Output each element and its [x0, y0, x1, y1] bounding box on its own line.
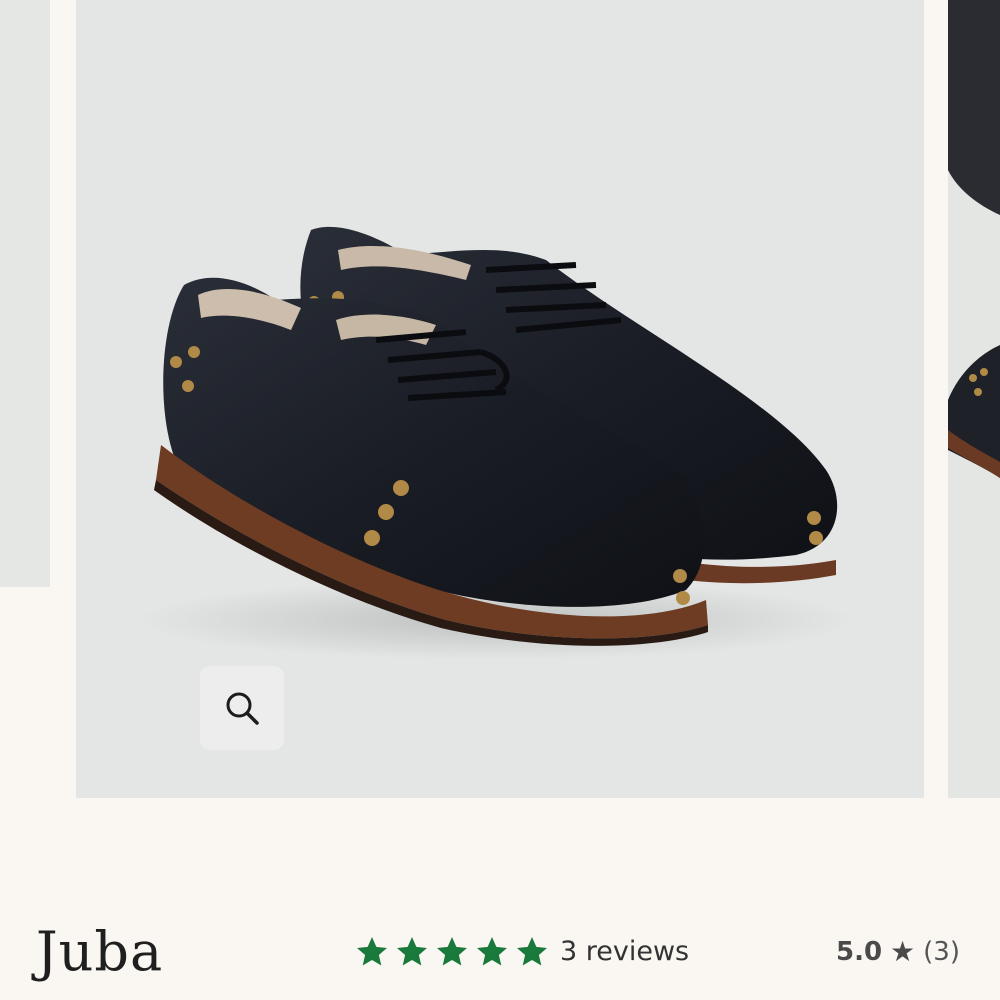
next-slide-image[interactable]	[948, 0, 1000, 798]
reviews-link[interactable]: 3 reviews	[560, 934, 689, 970]
zoom-button[interactable]	[200, 666, 284, 750]
star-icon	[517, 937, 547, 966]
star-icon	[477, 937, 507, 966]
rating-value: 5.0	[835, 937, 883, 967]
star-icon	[357, 937, 387, 966]
star-rating-badge[interactable]: 3 reviews	[352, 934, 689, 970]
product-title: Juba	[36, 920, 164, 983]
star-icon	[437, 937, 467, 966]
star-icon	[397, 937, 427, 966]
previous-slide-image[interactable]	[0, 0, 50, 587]
product-image-main[interactable]	[76, 0, 924, 798]
product-image-carousel	[0, 0, 1000, 800]
stars-row	[352, 934, 552, 970]
rating-summary[interactable]: 5.0 ★ (3)	[836, 934, 960, 970]
rating-star-icon: ★	[890, 935, 916, 968]
rating-count: (3)	[923, 937, 960, 967]
product-info: Juba 3 reviews 5.0 ★ (3)	[0, 900, 1000, 1000]
search-icon	[226, 692, 259, 725]
next-shoe-photo	[948, 0, 1000, 478]
